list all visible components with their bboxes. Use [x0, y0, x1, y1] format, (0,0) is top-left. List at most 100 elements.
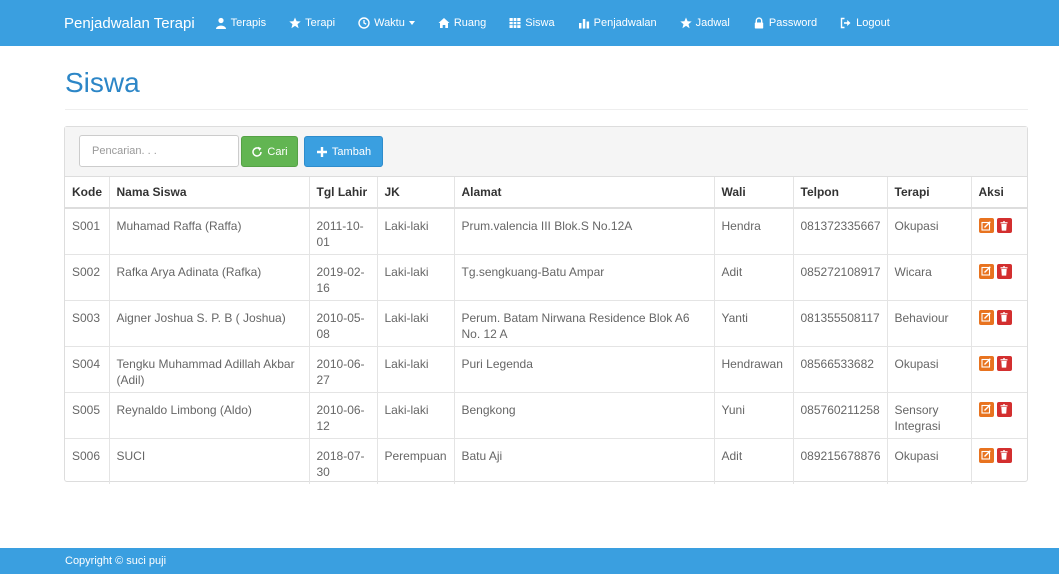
cell-tgl-lahir: 2010-05-08 [308, 299, 377, 346]
cell-aksi [970, 299, 1027, 346]
cell-alamat: Puri Legenda [453, 345, 714, 392]
trash-icon [1000, 312, 1008, 322]
grid-icon [509, 17, 521, 29]
row-actions [978, 263, 1021, 279]
cell-aksi [970, 207, 1027, 254]
cell-nama: Rafka Arya Adinata (Rafka) [108, 253, 309, 300]
cell-tgl-lahir: 2019-02-16 [308, 253, 377, 300]
nav-item-waktu[interactable]: Waktu [358, 17, 415, 29]
nav-item-penjadwalan[interactable]: Penjadwalan [578, 17, 657, 29]
nav-item-terapi[interactable]: Terapi [289, 17, 335, 29]
table-row: S003 Aigner Joshua S. P. B ( Joshua) 201… [65, 299, 1027, 346]
star-icon [679, 17, 692, 29]
cell-jk: Laki-laki [376, 345, 454, 392]
trash-icon [1000, 404, 1008, 414]
tambah-button-label: Tambah [331, 145, 372, 158]
row-actions [978, 447, 1021, 463]
row-actions [978, 401, 1021, 417]
cell-telpon: 08566533682 [792, 345, 887, 392]
cell-kode: S004 [65, 345, 109, 392]
edit-icon [981, 358, 991, 368]
nav-item-logout[interactable]: Logout [840, 17, 890, 29]
column-header: Aksi [970, 177, 1027, 209]
edit-button[interactable] [978, 263, 994, 279]
cari-button-label: Cari [267, 145, 288, 158]
cell-nama: Reynaldo Limbong (Aldo) [108, 391, 309, 438]
table-row: S005 Reynaldo Limbong (Aldo) 2010-06-12 … [65, 391, 1027, 438]
lock-icon [753, 17, 765, 29]
cell-tgl-lahir: 2011-10-01 [308, 207, 377, 254]
chevron-down-icon [408, 21, 415, 25]
nav-item-ruang[interactable]: Ruang [438, 17, 486, 29]
cari-button[interactable]: Cari [241, 136, 298, 167]
edit-button[interactable] [978, 355, 994, 371]
cell-alamat: Batu Aji [453, 437, 714, 484]
delete-button[interactable] [996, 309, 1012, 325]
nav-item-jadwal[interactable]: Jadwal [679, 17, 730, 29]
delete-button[interactable] [996, 263, 1012, 279]
cell-terapi: Sensory Integrasi [886, 391, 971, 438]
nav-item-label: Terapis [230, 17, 267, 29]
column-header: Telpon [792, 177, 887, 209]
cell-kode: S005 [65, 391, 109, 438]
cell-jk: Laki-laki [376, 253, 454, 300]
row-actions [978, 218, 1021, 233]
star-icon [289, 17, 301, 29]
table-row: S001 Muhamad Raffa (Raffa) 2011-10-01 La… [65, 207, 1027, 254]
delete-button[interactable] [996, 218, 1012, 233]
cell-alamat: Tg.sengkuang-Batu Ampar [453, 253, 714, 300]
refresh-icon [251, 146, 263, 158]
cell-telpon: 085272108917 [792, 253, 887, 300]
cell-telpon: 081355508117 [792, 299, 887, 346]
edit-icon [981, 450, 991, 460]
tambah-button[interactable]: Tambah [304, 136, 383, 167]
cell-kode: S006 [65, 437, 109, 484]
cell-terapi: Wicara [886, 253, 971, 300]
brand-link[interactable]: Penjadwalan Terapi [64, 15, 195, 32]
cell-aksi [970, 437, 1027, 484]
edit-icon [981, 312, 991, 322]
search-input[interactable] [79, 135, 239, 167]
edit-button[interactable] [978, 218, 994, 233]
cell-kode: S001 [65, 207, 109, 254]
students-table: Kode Nama Siswa Tgl Lahir JK Alamat Wali… [65, 177, 1027, 484]
nav-item-password[interactable]: Password [753, 17, 817, 29]
cell-nama: Muhamad Raffa (Raffa) [108, 207, 309, 254]
edit-button[interactable] [978, 309, 994, 325]
nav-item-label: Penjadwalan [593, 17, 657, 29]
nav-item-label: Waktu [374, 17, 405, 29]
column-header: Alamat [453, 177, 714, 209]
cell-aksi [970, 345, 1027, 392]
edit-icon [981, 220, 991, 231]
cell-terapi: Behaviour [886, 299, 971, 346]
column-header: Nama Siswa [108, 177, 309, 209]
navbar: Penjadwalan Terapi Terapis Terapi Waktu … [0, 0, 1059, 46]
row-actions [978, 355, 1021, 371]
cell-telpon: 085760211258 [792, 391, 887, 438]
table-row: S002 Rafka Arya Adinata (Rafka) 2019-02-… [65, 253, 1027, 300]
delete-button[interactable] [996, 355, 1012, 371]
cell-kode: S002 [65, 253, 109, 300]
nav-item-label: Logout [856, 17, 890, 29]
cell-kode: S003 [65, 299, 109, 346]
trash-icon [1000, 220, 1008, 231]
row-actions [978, 309, 1021, 325]
delete-button[interactable] [996, 401, 1012, 417]
cell-jk: Laki-laki [376, 207, 454, 254]
plus-icon [316, 146, 328, 158]
cell-wali: Hendrawan [713, 345, 793, 392]
cell-wali: Adit [713, 437, 793, 484]
nav-item-terapis[interactable]: Terapis [215, 17, 266, 29]
column-header: Wali [713, 177, 793, 209]
cell-aksi [970, 253, 1027, 300]
cell-telpon: 081372335667 [792, 207, 887, 254]
trash-icon [1000, 358, 1008, 368]
edit-button[interactable] [978, 401, 994, 417]
nav-item-siswa[interactable]: Siswa [509, 17, 555, 29]
cell-alamat: Bengkong [453, 391, 714, 438]
logout-icon [840, 17, 852, 29]
edit-button[interactable] [978, 447, 994, 463]
cell-nama: SUCI [108, 437, 309, 484]
page-header: Siswa [65, 66, 1028, 110]
delete-button[interactable] [996, 447, 1012, 463]
